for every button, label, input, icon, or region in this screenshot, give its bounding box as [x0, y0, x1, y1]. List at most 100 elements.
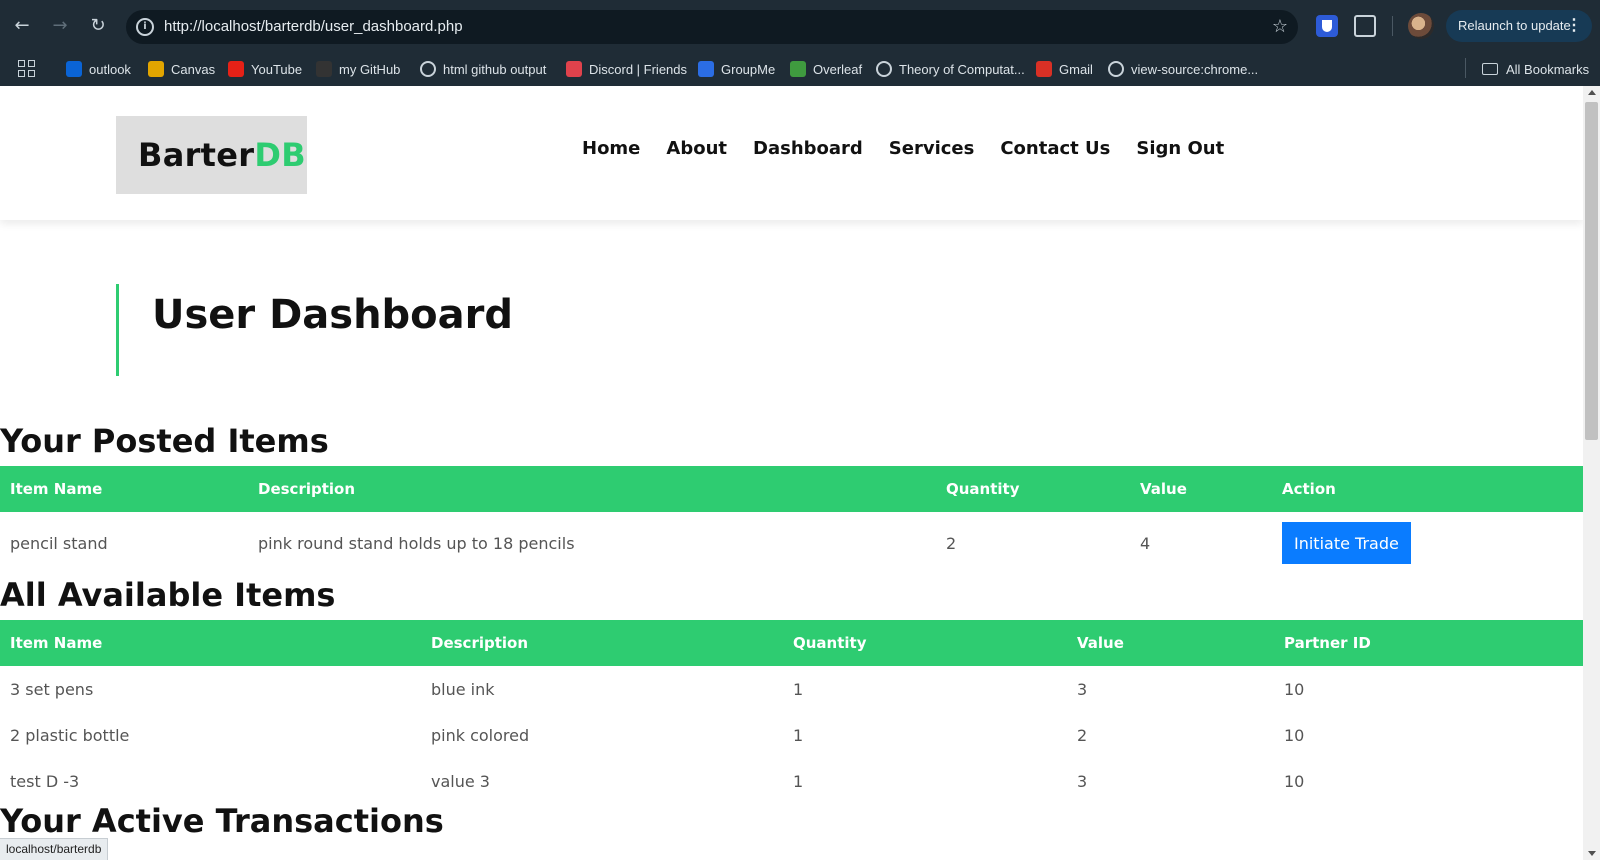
initiate-trade-button[interactable]: Initiate Trade — [1282, 522, 1411, 564]
site-info-icon[interactable]: i — [136, 18, 154, 36]
nav-services-link[interactable]: Services — [889, 138, 975, 159]
bookmark-label: outlook — [89, 61, 131, 77]
col-value: Value — [1067, 620, 1274, 666]
posted-items-table: Item Name Description Quantity Value Act… — [0, 466, 1583, 574]
cell-item-name: test D -3 — [10, 771, 80, 791]
cell-value: 3 — [1077, 679, 1088, 699]
main-nav: Home About Dashboard Services Contact Us… — [582, 138, 1224, 159]
scroll-up-arrow-icon[interactable] — [1588, 90, 1596, 95]
cell-quantity: 1 — [793, 725, 804, 745]
nav-home-link[interactable]: Home — [582, 138, 640, 159]
address-bar[interactable]: i http://localhost/barterdb/user_dashboa… — [126, 10, 1298, 44]
col-item-name: Item Name — [0, 466, 248, 512]
table-row: pencil stand pink round stand holds up t… — [0, 512, 1583, 574]
canvas-icon — [148, 61, 164, 77]
nav-sign-out-link[interactable]: Sign Out — [1136, 138, 1224, 159]
bookmark-item[interactable]: Gmail — [1036, 60, 1093, 78]
cell-item-name: 2 plastic bottle — [10, 725, 130, 745]
bookmark-label: Gmail — [1059, 61, 1093, 77]
extension-shield-icon[interactable] — [1316, 15, 1338, 37]
cell-quantity: 1 — [793, 771, 804, 791]
profile-avatar[interactable] — [1408, 13, 1434, 39]
cell-partner-id: 10 — [1284, 679, 1305, 699]
logo-text: BarterDB — [138, 136, 306, 174]
bookmark-label: html github output — [443, 61, 547, 77]
bookmark-item[interactable]: Discord | Friends — [566, 60, 687, 78]
nav-dashboard-link[interactable]: Dashboard — [753, 138, 863, 159]
all-bookmarks-button[interactable]: All Bookmarks — [1482, 60, 1589, 78]
site-logo[interactable]: BarterDB — [116, 116, 307, 194]
title-accent-rule — [116, 284, 119, 376]
active-transactions-heading: Your Active Transactions — [0, 802, 444, 840]
cell-partner-id: 10 — [1284, 771, 1305, 791]
all-bookmarks-label: All Bookmarks — [1506, 61, 1590, 77]
folder-icon — [1482, 63, 1498, 75]
github-icon — [316, 61, 332, 77]
cell-partner-id: 10 — [1284, 725, 1305, 745]
bookmark-item[interactable]: my GitHub — [316, 60, 400, 78]
relaunch-label: Relaunch to update — [1458, 18, 1571, 33]
bookmark-item[interactable]: Theory of Computat... — [876, 60, 1025, 78]
cell-description: pink colored — [431, 725, 530, 745]
cell-value: 3 — [1077, 771, 1088, 791]
bookmark-item[interactable]: GroupMe — [698, 60, 775, 78]
page-title: User Dashboard — [152, 292, 514, 338]
col-action: Action — [1272, 466, 1583, 512]
browser-toolbar: ← → ↻ i http://localhost/barterdb/user_d… — [0, 0, 1600, 52]
bookmark-item[interactable]: view-source:chrome... — [1108, 60, 1258, 78]
extensions-puzzle-icon[interactable] — [1354, 15, 1376, 37]
cell-description: blue ink — [431, 679, 495, 699]
bookmark-star-icon[interactable]: ☆ — [1272, 16, 1288, 37]
table-header-row: Item Name Description Quantity Value Par… — [0, 620, 1583, 666]
cell-value: 4 — [1140, 533, 1151, 553]
reload-icon[interactable]: ↻ — [86, 14, 110, 38]
col-quantity: Quantity — [936, 466, 1130, 512]
cell-description: pink round stand holds up to 18 pencils — [258, 533, 575, 553]
site-header: BarterDB Home About Dashboard Services C… — [0, 86, 1583, 220]
bookmark-item[interactable]: html github output — [420, 60, 546, 78]
bookmark-item[interactable]: Canvas — [148, 60, 215, 78]
nav-contact-link[interactable]: Contact Us — [1000, 138, 1110, 159]
toolbar-divider — [1392, 16, 1393, 36]
bookmark-item[interactable]: Overleaf — [790, 60, 862, 78]
back-arrow-icon[interactable]: ← — [10, 14, 34, 38]
scroll-thumb[interactable] — [1585, 102, 1598, 440]
available-items-table: Item Name Description Quantity Value Par… — [0, 620, 1583, 804]
bookmark-label: Theory of Computat... — [899, 61, 1025, 77]
bookmark-label: Canvas — [171, 61, 216, 77]
cell-value: 2 — [1077, 725, 1088, 745]
logo-accent: DB — [254, 136, 306, 174]
globe-icon — [1108, 61, 1124, 77]
table-row: 2 plastic bottle pink colored 1 2 10 — [0, 712, 1583, 758]
status-bar: localhost/barterdb — [0, 838, 109, 860]
bookmark-label: GroupMe — [721, 61, 776, 77]
nav-about-link[interactable]: About — [666, 138, 727, 159]
bookmark-label: Overleaf — [813, 61, 863, 77]
page-scrollbar[interactable] — [1583, 86, 1600, 860]
gmail-icon — [1036, 61, 1052, 77]
web-page: BarterDB Home About Dashboard Services C… — [0, 86, 1583, 860]
cell-quantity: 2 — [946, 533, 957, 553]
bookmarks-bar: outlook Canvas YouTube my GitHub html github… — [0, 52, 1600, 86]
url-text[interactable]: http://localhost/barterdb/user_dashboard… — [164, 18, 463, 35]
logo-main: Barter — [138, 136, 255, 174]
forward-arrow-icon[interactable]: → — [48, 14, 72, 38]
bookmarks-divider — [1465, 58, 1466, 78]
available-items-heading: All Available Items — [0, 576, 336, 614]
table-header-row: Item Name Description Quantity Value Act… — [0, 466, 1583, 512]
apps-grid-icon[interactable] — [18, 60, 36, 78]
col-description: Description — [248, 466, 936, 512]
relaunch-button[interactable]: Relaunch to update ⋮ — [1446, 10, 1592, 42]
globe-icon — [876, 61, 892, 77]
bookmark-label: Discord | Friends — [589, 61, 688, 77]
col-quantity: Quantity — [783, 620, 1067, 666]
bookmark-item[interactable]: outlook — [66, 60, 131, 78]
scroll-down-arrow-icon[interactable] — [1588, 851, 1596, 856]
table-row: test D -3 value 3 1 3 10 — [0, 758, 1583, 804]
bookmark-item[interactable]: YouTube — [228, 60, 302, 78]
col-value: Value — [1130, 466, 1272, 512]
cell-action: Initiate Trade — [1272, 512, 1583, 574]
cell-item-name: pencil stand — [10, 533, 108, 553]
cell-quantity: 1 — [793, 679, 804, 699]
cell-item-name: 3 set pens — [10, 679, 94, 699]
